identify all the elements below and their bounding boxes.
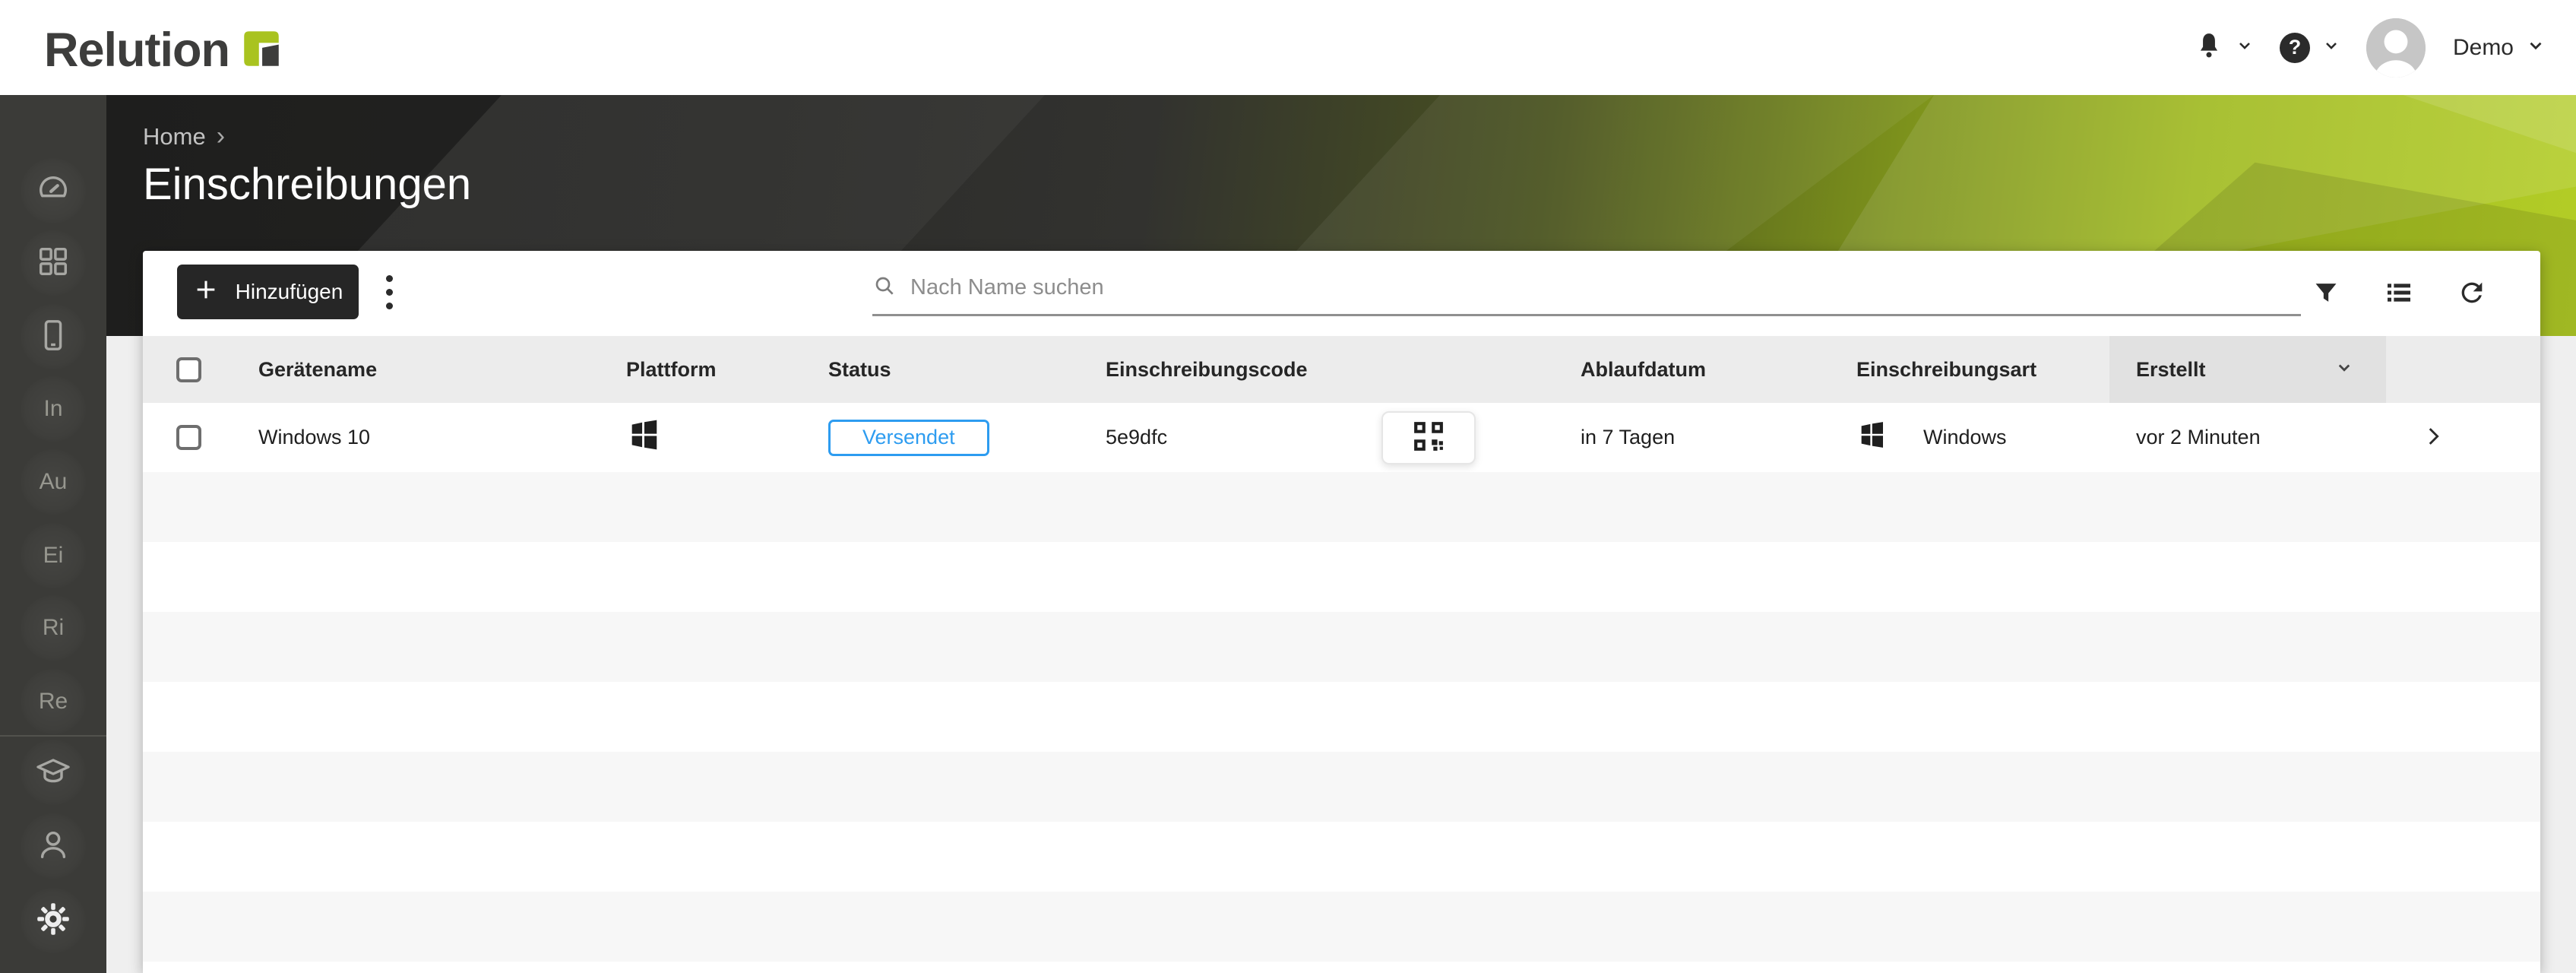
sidebar-item-users[interactable]	[21, 813, 86, 879]
sort-chevron-icon	[2333, 356, 2356, 384]
sidebar-item-education[interactable]	[21, 740, 86, 805]
sidebar-item-devices[interactable]	[21, 304, 86, 369]
cell-enrollment-type: Windows	[1856, 403, 2109, 472]
cell-platform	[626, 403, 828, 472]
breadcrumb-separator-icon: ›	[216, 122, 226, 151]
sidebar: In Au Ei Ri Re	[0, 95, 106, 973]
add-button[interactable]: Hinzufügen	[177, 265, 359, 319]
qr-code-button[interactable]	[1381, 410, 1476, 464]
refresh-button[interactable]	[2455, 277, 2489, 310]
column-header-geraetename[interactable]: Gerätename	[258, 336, 626, 403]
filter-icon	[2312, 278, 2340, 309]
plus-icon	[193, 277, 219, 308]
column-header-einschreibungscode[interactable]: Einschreibungscode	[1106, 336, 1381, 403]
sidebar-item-label: Ei	[43, 543, 64, 568]
cell-created: vor 2 Minuten	[2136, 426, 2261, 448]
list-icon	[2384, 277, 2414, 310]
sidebar-item-label: Re	[38, 689, 68, 714]
column-header-erstellt[interactable]: Erstellt	[2109, 336, 2386, 403]
sidebar-item-in[interactable]: In	[21, 376, 86, 442]
windows-logo-icon	[626, 417, 661, 458]
sidebar-item-au[interactable]: Au	[21, 449, 86, 515]
table-header: Gerätename Plattform Status Einschreibun…	[143, 336, 2540, 403]
column-header-status[interactable]: Status	[828, 336, 1106, 403]
row-checkbox[interactable]	[176, 425, 201, 450]
gauge-icon	[36, 172, 71, 211]
sidebar-item-ri[interactable]: Ri	[21, 595, 86, 661]
sidebar-item-label: Au	[39, 469, 68, 494]
chevron-down-icon	[2526, 36, 2546, 59]
refresh-icon	[2457, 277, 2487, 310]
column-header-actions	[2386, 336, 2540, 403]
cell-code: 5e9dfc	[1106, 426, 1168, 448]
filter-button[interactable]	[2309, 277, 2343, 310]
gear-icon	[35, 901, 71, 941]
cell-qr	[1381, 403, 1581, 472]
windows-logo-icon	[1856, 419, 1887, 456]
table-row[interactable]: Windows 10 Versendet 5e9dfc in 7 Tagen W…	[143, 403, 2540, 472]
relution-logo-icon	[242, 29, 281, 72]
sidebar-item-ei[interactable]: Ei	[21, 523, 86, 588]
chevron-down-icon	[2322, 36, 2340, 59]
breadcrumb[interactable]: Home ›	[143, 122, 471, 151]
toolbar: Hinzufügen	[143, 251, 2540, 336]
sidebar-item-settings[interactable]	[21, 888, 86, 953]
select-all-checkbox[interactable]	[176, 357, 201, 382]
column-header-plattform[interactable]: Plattform	[626, 336, 828, 403]
main-panel: Hinzufügen Nach Name suchen Gerätename P…	[143, 251, 2540, 973]
relution-logo[interactable]: Relution	[44, 23, 281, 78]
sidebar-item-apps[interactable]	[21, 230, 86, 296]
graduation-cap-icon	[35, 753, 71, 793]
phone-icon	[36, 318, 71, 357]
sidebar-item-re[interactable]: Re	[21, 669, 86, 734]
cell-status: Versendet	[828, 403, 1106, 472]
sidebar-item-dashboard[interactable]	[21, 158, 86, 223]
user-name: Demo	[2452, 34, 2514, 60]
status-badge: Versendet	[828, 419, 989, 456]
avatar	[2366, 17, 2426, 78]
cell-device-name: Windows 10	[258, 426, 371, 448]
search-field	[872, 274, 2301, 316]
row-open-button[interactable]	[2420, 420, 2446, 455]
empty-rows-stripes	[143, 472, 2540, 973]
page-title: Einschreibungen	[143, 160, 472, 209]
qr-code-icon	[1413, 420, 1445, 455]
notifications-menu[interactable]	[2195, 31, 2254, 64]
enrollment-type-label: Windows	[1923, 426, 2007, 448]
chevron-down-icon	[2236, 36, 2254, 59]
search-input[interactable]	[910, 275, 2301, 300]
sidebar-divider	[0, 735, 106, 737]
view-list-button[interactable]	[2382, 277, 2416, 310]
more-actions-button[interactable]	[368, 271, 410, 313]
bell-icon	[2195, 31, 2223, 64]
chevron-right-icon	[2420, 420, 2446, 455]
search-underline	[872, 314, 2301, 316]
help-menu[interactable]: ?	[2279, 32, 2340, 63]
sidebar-item-label: In	[43, 396, 63, 421]
column-header-einschreibungsart[interactable]: Einschreibungsart	[1856, 336, 2109, 403]
sidebar-item-label: Ri	[42, 615, 65, 640]
logo-text: Relution	[44, 24, 230, 77]
grid-icon	[36, 244, 71, 283]
help-icon: ?	[2279, 32, 2310, 63]
column-header-qr	[1381, 336, 1581, 403]
top-bar: Relution ? Demo	[0, 0, 2576, 95]
person-icon	[36, 827, 71, 866]
cell-expiry: in 7 Tagen	[1581, 426, 1676, 448]
add-button-label: Hinzufügen	[235, 280, 343, 303]
user-menu[interactable]: Demo	[2366, 17, 2546, 78]
breadcrumb-home[interactable]: Home	[143, 123, 206, 151]
search-icon	[872, 274, 897, 302]
column-header-ablaufdatum[interactable]: Ablaufdatum	[1581, 336, 1856, 403]
